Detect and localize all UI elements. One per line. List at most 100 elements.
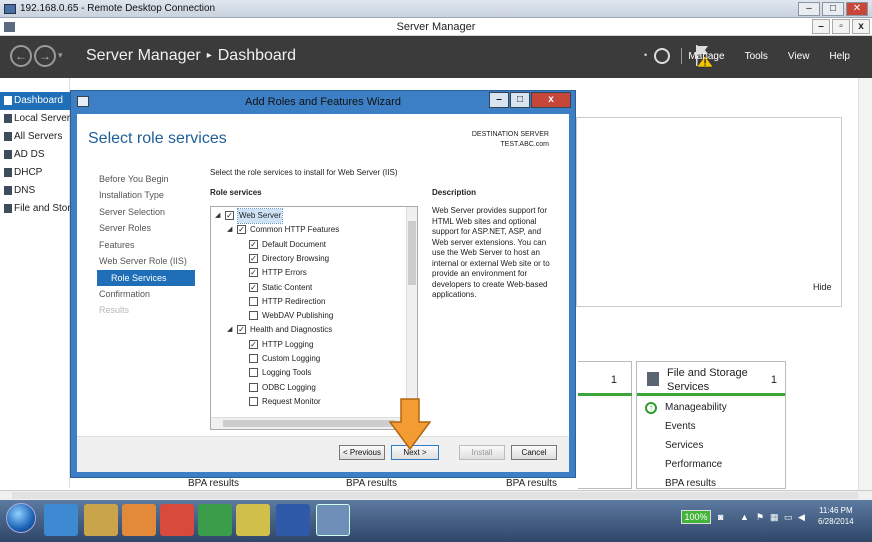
tree-checkbox[interactable] [249, 396, 258, 406]
menu-manage[interactable]: Manage [688, 51, 724, 62]
tree-item-label: Directory Browsing [262, 253, 330, 263]
internet-explorer-icon[interactable] [44, 504, 78, 536]
start-button-icon[interactable] [6, 503, 36, 533]
tile-title[interactable]: File and Storage Services [667, 366, 785, 394]
wizard-title: Add Roles and Features Wizard [245, 96, 401, 108]
tile-item-performance[interactable]: Performance [665, 459, 722, 470]
main-vertical-scrollbar[interactable] [858, 78, 872, 490]
sm-minimize-button[interactable]: – [812, 19, 830, 34]
tree-expander-icon[interactable]: ◢ [227, 223, 232, 237]
dashboard-icon [4, 96, 12, 105]
tree-item-label: Logging Tools [262, 368, 312, 378]
tray-icon[interactable]: ◙ [718, 512, 723, 522]
server-manager-titlebar: Server Manager – ▫ x [0, 18, 872, 36]
tray-expand-icon[interactable]: ▲ [740, 512, 749, 522]
step-server-selection[interactable]: Server Selection [99, 207, 165, 217]
chrome-icon[interactable] [198, 504, 232, 536]
back-arrow-icon[interactable]: ← [10, 45, 32, 67]
hide-link[interactable]: Hide [813, 282, 832, 292]
tile-item-events[interactable]: Events [665, 421, 696, 432]
step-web-server-role[interactable]: Web Server Role (IIS) [99, 256, 187, 266]
forward-arrow-icon[interactable]: → [34, 45, 56, 67]
wizard-maximize-button[interactable]: □ [510, 92, 530, 108]
server-tile-partial[interactable]: 1 [578, 361, 632, 489]
tree-checkbox[interactable]: ✓ [225, 211, 234, 220]
remote-desktop-icon[interactable] [316, 504, 350, 536]
tree-checkbox[interactable] [249, 296, 258, 306]
display-icon[interactable]: ▭ [784, 512, 793, 523]
action-center-flag-icon[interactable]: ⚑ [756, 512, 764, 523]
tree-expander-icon[interactable]: ◢ [215, 209, 220, 223]
sm-close-button[interactable]: x [852, 19, 870, 34]
tree-checkbox[interactable]: ✓ [249, 239, 258, 249]
history-dropdown-icon[interactable]: ▾ [58, 50, 63, 61]
sm-window-controls: – ▫ x [812, 19, 870, 34]
tree-horizontal-scrollbar[interactable] [211, 417, 407, 429]
step-before-you-begin[interactable]: Before You Begin [99, 174, 169, 184]
sidebar-item-dns[interactable]: DNS [0, 182, 70, 200]
sidebar-item-local-server[interactable]: Local Server [0, 110, 70, 128]
tree-item-label: Custom Logging [262, 354, 321, 363]
destination-label: DESTINATION SERVER [471, 131, 549, 138]
tree-checkbox[interactable]: ✓ [249, 339, 258, 349]
scrollbar-thumb[interactable] [223, 420, 395, 427]
tree-checkbox[interactable] [249, 368, 258, 378]
step-confirmation[interactable]: Confirmation [99, 289, 150, 299]
step-installation-type[interactable]: Installation Type [99, 190, 164, 200]
app-icon[interactable] [160, 504, 194, 536]
sm-restore-button[interactable]: ▫ [832, 19, 850, 34]
instructions: Select the role services to install for … [210, 168, 398, 177]
step-server-roles[interactable]: Server Roles [99, 223, 151, 233]
refresh-icon[interactable] [654, 48, 670, 64]
rdp-minimize-button[interactable]: – [798, 2, 820, 16]
menu-view[interactable]: View [788, 51, 810, 62]
file-storage-tile[interactable]: File and Storage Services 1 ↑ Manageabil… [636, 361, 786, 489]
rdp-close-button[interactable]: ✕ [846, 2, 868, 16]
tile-item-manageability[interactable]: Manageability [665, 402, 727, 413]
tree-checkbox[interactable]: ✓ [249, 253, 258, 263]
tree-vertical-scrollbar[interactable] [406, 207, 417, 417]
wizard-minimize-button[interactable]: – [489, 92, 509, 108]
tree-checkbox[interactable] [249, 354, 258, 363]
tile-item-services[interactable]: Services [665, 440, 703, 451]
media-player-icon[interactable] [122, 504, 156, 536]
sidebar-item-ad-ds[interactable]: AD DS [0, 146, 70, 164]
menu-tools[interactable]: Tools [745, 51, 768, 62]
tree-checkbox[interactable] [249, 311, 258, 321]
folder-app-icon[interactable] [236, 504, 270, 536]
refresh-dropdown-icon[interactable]: • [644, 50, 647, 60]
tree-item-label: Static Content [262, 282, 313, 292]
step-features[interactable]: Features [99, 240, 135, 250]
tree-checkbox[interactable] [249, 382, 258, 392]
network-icon[interactable]: ▦ [770, 512, 779, 523]
scrollbar-thumb[interactable] [408, 221, 416, 285]
tree-checkbox[interactable]: ✓ [237, 325, 246, 335]
sidebar-item-file-storage[interactable]: File and Storage Services [0, 200, 70, 218]
tree-checkbox[interactable]: ✓ [237, 225, 246, 235]
tree-expander-icon[interactable]: ◢ [227, 323, 232, 337]
battery-indicator[interactable]: 100% [681, 510, 711, 524]
wizard-close-button[interactable]: x [531, 92, 571, 108]
sidebar-item-dhcp[interactable]: DHCP [0, 164, 70, 182]
file-storage-icon [4, 204, 12, 213]
bpa-results-link[interactable]: BPA results [346, 478, 397, 489]
step-role-services[interactable]: Role Services [97, 270, 195, 286]
tree-checkbox[interactable]: ✓ [249, 282, 258, 292]
main-horizontal-scrollbar[interactable] [0, 490, 872, 500]
bpa-results-link[interactable]: BPA results [188, 478, 239, 489]
menu-help[interactable]: Help [829, 51, 850, 62]
bpa-results-link[interactable]: BPA results [506, 478, 557, 489]
volume-icon[interactable]: ◀ [798, 512, 805, 523]
rdp-maximize-button[interactable]: □ [822, 2, 844, 16]
cancel-button[interactable]: Cancel [511, 445, 557, 460]
server-manager-app-icon [4, 22, 15, 32]
scrollbar-thumb[interactable] [12, 492, 858, 499]
tree-checkbox[interactable]: ✓ [249, 268, 258, 278]
sidebar-item-all-servers[interactable]: All Servers [0, 128, 70, 146]
file-explorer-icon[interactable] [84, 504, 118, 536]
sidebar-item-dashboard[interactable]: Dashboard [0, 92, 70, 110]
previous-button[interactable]: < Previous [339, 445, 385, 460]
word-icon[interactable] [276, 504, 310, 536]
tile-item-bpa[interactable]: BPA results [665, 478, 716, 489]
clock[interactable]: 11:46 PM 6/28/2014 [818, 505, 854, 527]
